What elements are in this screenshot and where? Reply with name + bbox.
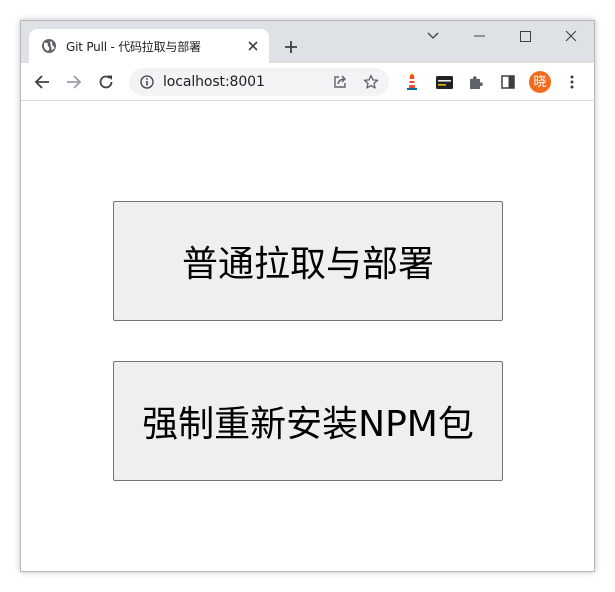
extensions-puzzle-icon[interactable] <box>463 69 489 95</box>
side-panel-icon[interactable] <box>495 69 521 95</box>
extension-terminal-icon[interactable] <box>431 69 457 95</box>
bookmark-star-icon[interactable] <box>363 74 379 95</box>
back-arrow-icon[interactable] <box>29 69 55 95</box>
maximize-button[interactable] <box>502 21 548 51</box>
new-tab-button[interactable] <box>279 35 303 59</box>
browser-toolbar: localhost:8001 晓 <box>21 63 594 101</box>
page-content: 普通拉取与部署 强制重新安装NPM包 <box>21 101 594 571</box>
globe-icon <box>41 38 57 54</box>
share-icon[interactable] <box>332 74 348 95</box>
browser-window: Git Pull - 代码拉取与部署 localhost:8001 晓 普通拉取… <box>20 20 595 572</box>
reload-icon[interactable] <box>93 69 119 95</box>
site-info-icon[interactable] <box>140 75 154 94</box>
url-text: localhost:8001 <box>163 74 265 90</box>
profile-avatar[interactable]: 晓 <box>527 69 553 95</box>
force-reinstall-npm-button[interactable]: 强制重新安装NPM包 <box>113 361 503 481</box>
normal-pull-deploy-button[interactable]: 普通拉取与部署 <box>113 201 503 321</box>
close-window-button[interactable] <box>548 21 594 51</box>
extension-lighthouse-icon[interactable] <box>399 69 425 95</box>
forward-arrow-icon[interactable] <box>61 69 87 95</box>
avatar-character: 晓 <box>533 74 547 90</box>
more-menu-icon[interactable] <box>559 69 585 95</box>
minimize-button[interactable] <box>456 21 502 51</box>
tab-title: Git Pull - 代码拉取与部署 <box>66 39 201 54</box>
tab-search-icon[interactable] <box>410 21 456 51</box>
close-tab-icon[interactable] <box>245 38 261 54</box>
tab-active[interactable]: Git Pull - 代码拉取与部署 <box>29 29 269 63</box>
tab-strip: Git Pull - 代码拉取与部署 <box>21 21 594 63</box>
address-bar[interactable]: localhost:8001 <box>129 68 389 96</box>
